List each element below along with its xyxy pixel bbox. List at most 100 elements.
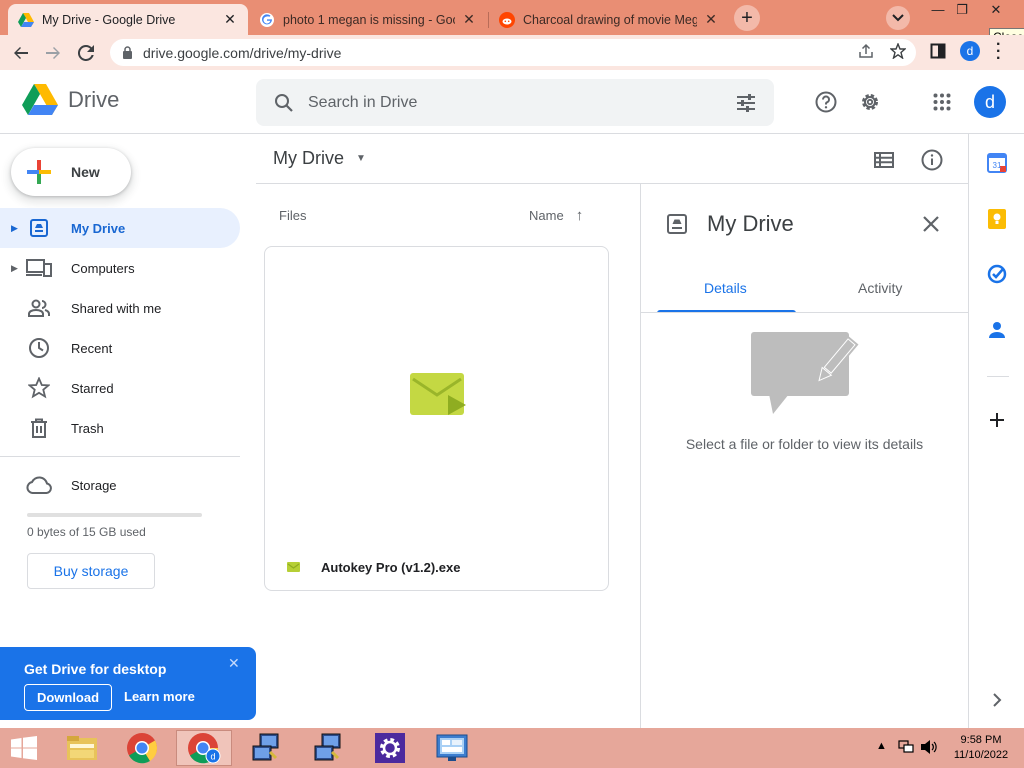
new-button[interactable]: New (11, 148, 131, 196)
rail-divider (987, 376, 1009, 377)
search-input[interactable]: Search in Drive (308, 94, 736, 112)
tab-search-button[interactable] (886, 6, 910, 30)
learn-more-link[interactable]: Learn more (124, 689, 195, 704)
restore-button[interactable]: ❐ (948, 0, 976, 22)
sidebar-item-recent[interactable]: Recent (0, 328, 240, 368)
svg-text:31: 31 (993, 161, 1002, 170)
kebab-menu-icon[interactable]: · · · (996, 37, 1001, 67)
expand-arrow-icon[interactable]: ▶ (11, 263, 18, 274)
clock-icon (26, 336, 52, 360)
storage-used-text: 0 bytes of 15 GB used (27, 525, 146, 539)
taskbar-control-panel[interactable] (424, 730, 480, 766)
search-options-icon[interactable] (736, 93, 756, 112)
taskbar-settings[interactable] (362, 730, 418, 766)
taskbar-clock[interactable]: 9:58 PM 11/10/2022 (946, 733, 1016, 763)
sidebar-item-label: Shared with me (71, 300, 162, 316)
my-drive-icon (666, 213, 688, 240)
address-bar[interactable]: drive.google.com/drive/my-drive (110, 39, 916, 66)
details-empty-message: Select a file or folder to view its deta… (685, 436, 924, 452)
close-icon[interactable] (920, 213, 942, 240)
sidebar-item-label: Computers (71, 260, 135, 276)
download-button[interactable]: Download (24, 684, 112, 711)
back-button[interactable] (8, 40, 34, 66)
drive-search-box[interactable]: Search in Drive (256, 79, 774, 126)
network-computer-icon (252, 733, 279, 761)
contacts-icon[interactable] (987, 320, 1007, 340)
volume-icon[interactable] (920, 739, 938, 758)
exe-file-thumbnail-icon (410, 373, 466, 422)
sidebar-item-computers[interactable]: ▶ Computers (0, 248, 240, 288)
taskbar-network-app-2[interactable] (300, 730, 356, 766)
apps-grid-icon[interactable] (928, 88, 956, 116)
gear-icon (375, 733, 405, 763)
info-icon[interactable] (919, 147, 945, 173)
network-computer-icon (314, 733, 341, 761)
chevron-right-icon[interactable] (987, 690, 1007, 710)
app-name: Drive (68, 87, 120, 112)
google-drive-icon (22, 84, 58, 115)
tab-close-icon[interactable]: ✕ (461, 11, 477, 28)
sidebar-item-label: Starred (71, 380, 114, 396)
start-button[interactable] (0, 730, 48, 766)
close-icon[interactable]: ✕ (228, 655, 240, 672)
list-view-icon[interactable] (871, 147, 897, 173)
page-title[interactable]: My Drive ▼ (273, 148, 366, 169)
chevron-down-icon (892, 14, 904, 22)
add-addon-icon[interactable] (987, 410, 1007, 430)
browser-tab-reddit[interactable]: Charcoal drawing of movie Mega ✕ (489, 4, 729, 35)
cloud-icon (26, 473, 52, 497)
calendar-icon[interactable]: 31 (987, 153, 1007, 173)
google-g-icon (259, 12, 275, 28)
tab-title: My Drive - Google Drive (42, 12, 176, 27)
sidebar-item-trash[interactable]: Trash (0, 408, 240, 448)
tab-close-icon[interactable]: ✕ (703, 11, 719, 28)
tab-title: photo 1 megan is missing - Goog (283, 12, 455, 27)
sidebar-item-starred[interactable]: Starred (0, 368, 240, 408)
windows-taskbar: d ▲ (0, 728, 1024, 768)
new-tab-button[interactable]: + (734, 5, 760, 31)
browser-tab-search[interactable]: photo 1 megan is missing - Goog ✕ (249, 4, 487, 35)
arrow-right-icon (46, 47, 60, 59)
sidebar-item-shared[interactable]: Shared with me (0, 288, 240, 328)
gear-icon[interactable] (856, 88, 884, 116)
sidebar-item-my-drive[interactable]: ▶ My Drive (0, 208, 240, 248)
file-card[interactable]: Autokey Pro (v1.2).exe (264, 246, 609, 591)
tasks-icon[interactable] (987, 264, 1007, 284)
network-tray-icon[interactable] (898, 739, 914, 758)
expand-arrow-icon[interactable]: ▶ (11, 223, 18, 234)
bookmark-star-icon[interactable] (889, 42, 907, 64)
taskbar-chrome-profile[interactable]: d (176, 730, 232, 766)
clock-date: 11/10/2022 (953, 749, 1009, 761)
drive-logo[interactable]: Drive (22, 84, 119, 116)
windows-logo-icon (11, 736, 37, 760)
keep-icon[interactable] (987, 209, 1007, 229)
account-avatar[interactable]: d (974, 86, 1006, 118)
search-icon[interactable] (274, 93, 294, 113)
browser-tab-drive[interactable]: My Drive - Google Drive ✕ (8, 4, 248, 35)
reload-button[interactable] (73, 40, 99, 66)
buy-storage-button[interactable]: Buy storage (27, 553, 155, 589)
svg-text:d: d (210, 752, 215, 762)
chrome-profile-icon: d (188, 733, 221, 764)
side-panel-icon[interactable] (930, 43, 946, 64)
arrow-up-icon[interactable]: ↑ (576, 207, 584, 224)
forward-button[interactable] (40, 40, 66, 66)
google-drive-icon (18, 12, 34, 28)
reddit-icon (499, 11, 515, 28)
taskbar-chrome[interactable] (114, 730, 170, 766)
details-empty-illustration (749, 330, 861, 421)
taskbar-file-explorer[interactable] (54, 730, 110, 766)
tab-activity[interactable]: Activity (858, 280, 902, 296)
sidebar-item-storage[interactable]: Storage (0, 465, 240, 505)
help-icon[interactable] (812, 88, 840, 116)
taskbar-network-app-1[interactable] (238, 730, 294, 766)
show-hidden-icons[interactable]: ▲ (876, 740, 887, 752)
sort-by-name-button[interactable]: Name ↑ (529, 207, 583, 224)
share-icon[interactable] (858, 43, 874, 64)
browser-profile-avatar[interactable]: d (960, 41, 980, 61)
tab-details[interactable]: Details (704, 280, 747, 296)
desktop-promo-banner: Get Drive for desktop ✕ Download Learn m… (0, 647, 256, 720)
file-name: Autokey Pro (v1.2).exe (321, 560, 461, 575)
tab-close-icon[interactable]: ✕ (222, 11, 238, 28)
window-close-button[interactable]: ✕ (982, 0, 1010, 22)
